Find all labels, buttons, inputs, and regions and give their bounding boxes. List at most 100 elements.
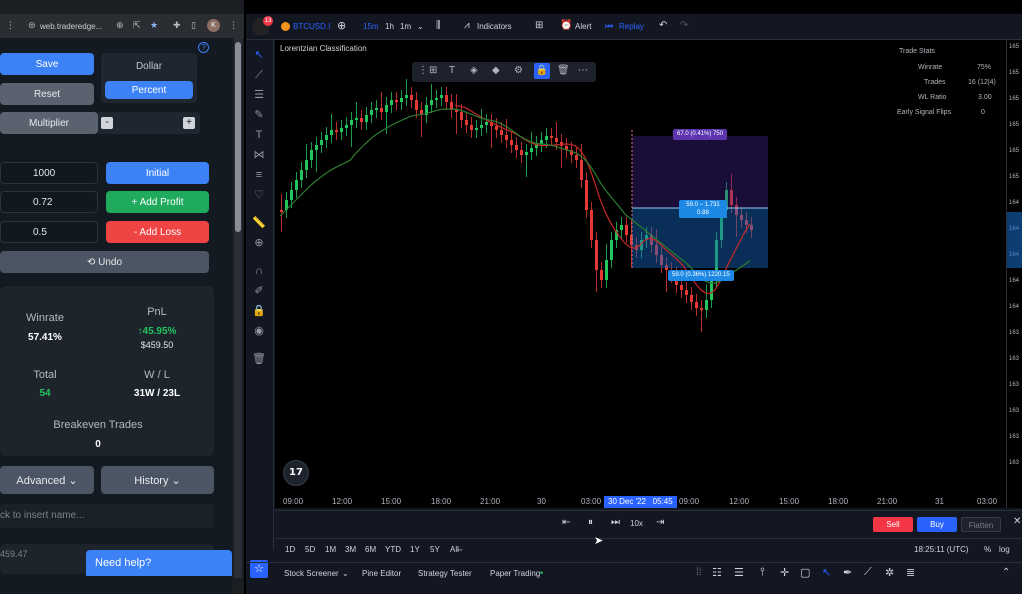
- stock-screener-chevron-icon[interactable]: ⌄: [342, 569, 349, 578]
- url-text[interactable]: web.traderedge...: [40, 22, 102, 31]
- lock-drawings-icon[interactable]: ✐: [252, 284, 266, 298]
- speed-selector[interactable]: 10x: [630, 519, 643, 528]
- interval-1h[interactable]: 1h: [385, 22, 394, 31]
- lock-toggle-icon[interactable]: 🔒: [534, 63, 550, 79]
- profile-avatar[interactable]: K: [207, 19, 220, 32]
- pattern-icon[interactable]: ⋈: [252, 148, 266, 162]
- undo-icon[interactable]: ↶: [659, 20, 667, 31]
- target-label[interactable]: 67.0 (0.41%) 750: [673, 129, 728, 140]
- redo-icon[interactable]: ↷: [680, 20, 688, 31]
- replay-button[interactable]: Replay: [619, 22, 644, 31]
- select-bar-icon[interactable]: ⇤: [562, 517, 570, 528]
- trash-icon[interactable]: 🗑: [252, 352, 266, 366]
- alert-button[interactable]: Alert: [575, 22, 591, 31]
- sell-button[interactable]: Sell: [873, 517, 913, 532]
- multiplier-plus-button[interactable]: +: [183, 117, 195, 129]
- brush-icon[interactable]: ✎: [252, 108, 266, 122]
- compare-plus-icon[interactable]: ⊕: [337, 19, 346, 32]
- range-3m[interactable]: 3M: [345, 545, 356, 554]
- stop-label[interactable]: 59.0 (0.36%) 1220.15: [668, 270, 734, 281]
- lock-icon[interactable]: 🔒: [252, 304, 266, 318]
- more-options-icon[interactable]: ⋯: [578, 65, 588, 76]
- delete-icon[interactable]: 🗑: [557, 65, 570, 76]
- settings-gear-icon[interactable]: ⚙: [514, 65, 523, 76]
- fill-color-icon[interactable]: ◈: [470, 65, 478, 76]
- crosshair-icon[interactable]: ✛: [780, 566, 789, 579]
- sidepanel-icon[interactable]: ▯: [191, 20, 196, 31]
- short-position-icon[interactable]: ☰: [734, 566, 744, 579]
- long-position-icon[interactable]: ☷: [712, 566, 722, 579]
- vertical-line-icon[interactable]: ⫯: [760, 566, 765, 579]
- range-1d[interactable]: 1D: [285, 545, 295, 554]
- multiplier-minus-button[interactable]: -: [101, 117, 113, 129]
- tab-stock-screener[interactable]: Stock Screener: [284, 569, 339, 578]
- interval-1m[interactable]: 1m: [400, 22, 411, 31]
- template-icon[interactable]: ⊞: [429, 65, 437, 76]
- trend-line-icon[interactable]: ⟋: [252, 68, 266, 82]
- tab-strategy-tester[interactable]: Strategy Tester: [418, 569, 472, 578]
- text-color-icon[interactable]: T: [449, 65, 455, 76]
- text-icon[interactable]: T: [252, 128, 266, 142]
- symbol-search[interactable]: BTCUSD.I: [293, 22, 330, 31]
- drag-handle-icon[interactable]: ⁞⁞: [696, 567, 702, 578]
- arrow-cursor-icon[interactable]: ↖: [822, 566, 831, 579]
- drag-handle-icon[interactable]: ⋮: [418, 65, 428, 76]
- replay-icon[interactable]: ⏮: [605, 21, 613, 32]
- fib-retracement-icon[interactable]: ≣: [906, 566, 915, 579]
- undo-button[interactable]: ⟲ Undo: [0, 251, 209, 273]
- tab-pine-editor[interactable]: Pine Editor: [362, 569, 401, 578]
- position-info-box[interactable]: 59.0 − 1.731 0.88: [679, 200, 727, 218]
- time-scale[interactable]: 09:00 12:00 15:00 18:00 21:00 30 03:00 09:00 12:…: [275, 494, 1006, 510]
- multiplier-button[interactable]: Multiplier: [0, 112, 98, 134]
- range-6m[interactable]: 6M: [365, 545, 376, 554]
- share-icon[interactable]: ⇱: [133, 20, 141, 31]
- background-color-icon[interactable]: ◆: [492, 65, 500, 76]
- range-1y[interactable]: 1Y: [410, 545, 420, 554]
- add-loss-button[interactable]: - Add Loss: [106, 221, 209, 243]
- flatten-button[interactable]: Flatten: [961, 517, 1001, 532]
- help-icon[interactable]: ?: [198, 42, 209, 53]
- rectangle-icon[interactable]: ▢: [800, 566, 810, 579]
- percent-scale-toggle[interactable]: %: [984, 545, 991, 554]
- advanced-dropdown[interactable]: Advanced ⌄: [0, 466, 94, 494]
- prediction-icon[interactable]: ≡: [252, 168, 266, 182]
- buy-button[interactable]: Buy: [917, 517, 957, 532]
- indicators-button[interactable]: Indicators: [477, 22, 512, 31]
- collapse-panel-icon[interactable]: ⌃: [1002, 567, 1010, 578]
- more-icon[interactable]: ⋮: [6, 20, 15, 31]
- zoom-in-icon[interactable]: ⊕: [252, 236, 266, 250]
- scrollbar-thumb[interactable]: [235, 42, 241, 232]
- tradingview-logo[interactable]: 𝟭𝟳: [283, 460, 309, 486]
- range-1m[interactable]: 1M: [325, 545, 336, 554]
- initial-balance-input[interactable]: 1000: [0, 162, 98, 184]
- zoom-icon[interactable]: ⊕: [116, 20, 124, 31]
- target-zone[interactable]: [632, 136, 768, 208]
- bookmark-star-icon[interactable]: ★: [150, 20, 158, 31]
- cursor-icon[interactable]: ↖: [252, 48, 266, 62]
- range-5y[interactable]: 5Y: [430, 545, 440, 554]
- utc-clock[interactable]: 18:25:11 (UTC): [914, 545, 969, 554]
- browser-menu-icon[interactable]: ⋮: [229, 20, 238, 31]
- line-tool-icon[interactable]: ⟋: [864, 566, 872, 579]
- loss-percent-input[interactable]: 0.5: [0, 221, 98, 243]
- history-dropdown[interactable]: History ⌄: [101, 466, 214, 494]
- log-scale-toggle[interactable]: log: [999, 545, 1010, 554]
- close-replay-icon[interactable]: ✕: [1013, 516, 1021, 527]
- page-scrollbar[interactable]: [234, 38, 242, 578]
- chart-area[interactable]: Lorentzian Classification ⋮ ⊞ T ◈ ◆ ⚙ 🔒 …: [275, 40, 1006, 508]
- fib-icon[interactable]: ☰: [252, 88, 266, 102]
- step-forward-icon[interactable]: ⏭: [611, 517, 620, 528]
- add-profit-button[interactable]: + Add Profit: [106, 191, 209, 213]
- pen-icon[interactable]: ✒: [843, 566, 852, 579]
- eye-icon[interactable]: ◉: [252, 324, 266, 338]
- save-button[interactable]: Save: [0, 53, 94, 75]
- dollar-option[interactable]: Dollar: [101, 61, 197, 72]
- name-input[interactable]: ck to insert name...: [0, 504, 214, 528]
- percent-option[interactable]: Percent: [105, 81, 193, 99]
- range-ytd[interactable]: YTD: [385, 545, 401, 554]
- interval-dropdown-icon[interactable]: ⌄: [417, 22, 424, 31]
- ruler-icon[interactable]: 📏: [252, 216, 266, 230]
- magnet-icon[interactable]: ∩: [252, 264, 266, 278]
- initial-button[interactable]: Initial: [106, 162, 209, 184]
- elliott-wave-icon[interactable]: ✲: [885, 566, 894, 579]
